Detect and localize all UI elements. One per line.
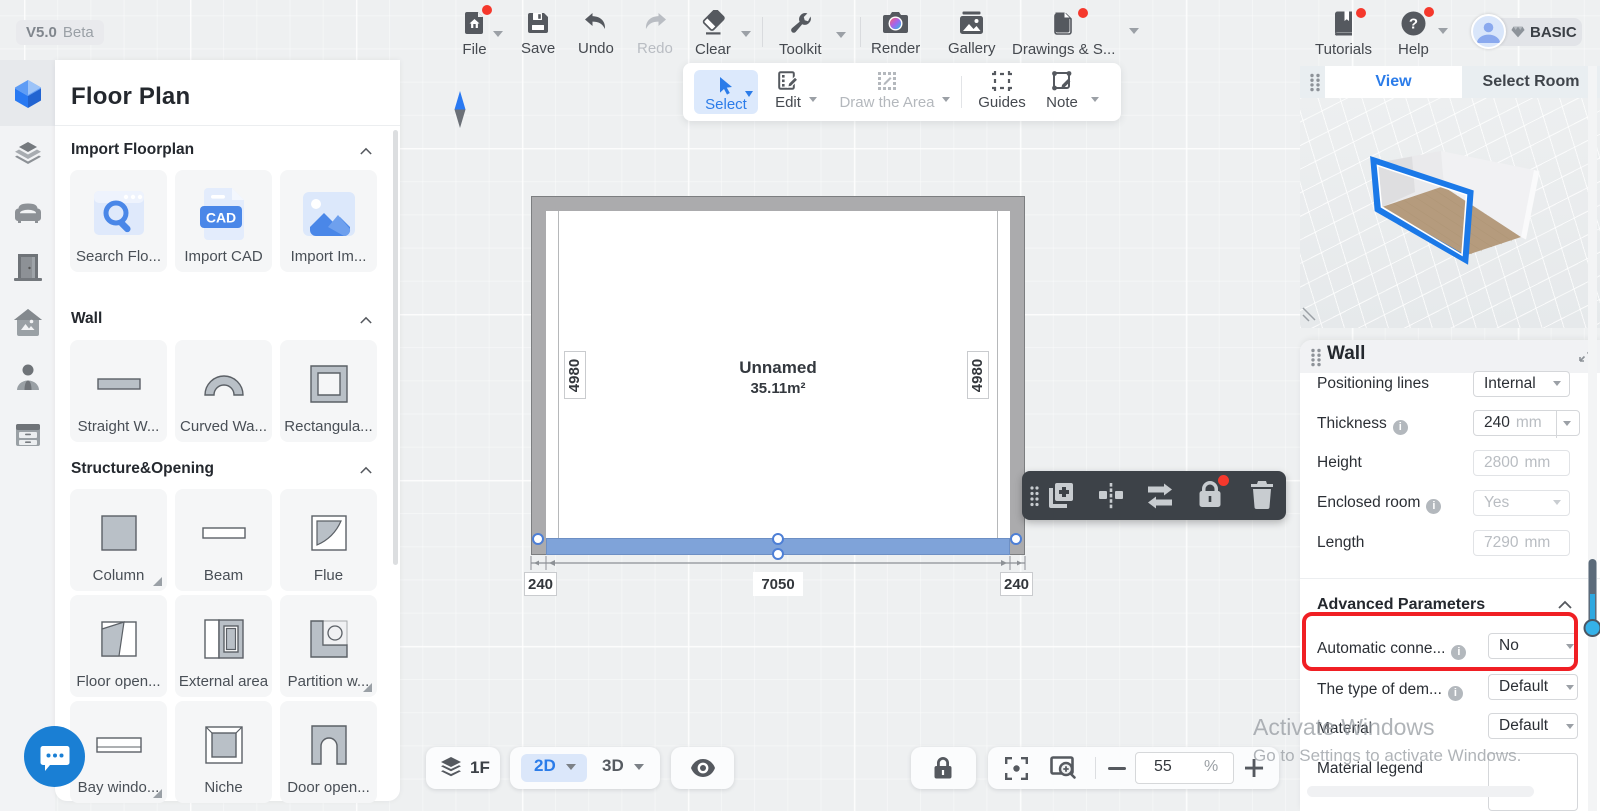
svg-text:?: ? bbox=[1409, 16, 1418, 33]
svg-text:CAD: CAD bbox=[205, 210, 235, 226]
